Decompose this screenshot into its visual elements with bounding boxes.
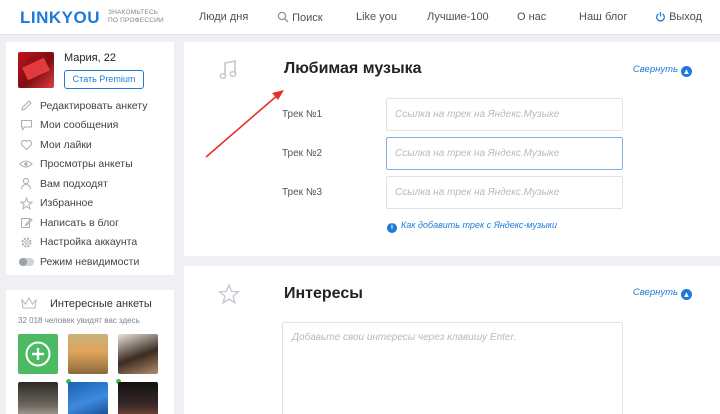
nav-about[interactable]: О нас <box>517 11 546 23</box>
menu-item-label: Написать в блог <box>40 216 119 229</box>
star-icon <box>18 196 34 210</box>
menu-item-label: Режим невидимости <box>40 255 140 268</box>
nav-logout[interactable]: Выход <box>655 11 702 23</box>
interests-input[interactable] <box>282 322 623 414</box>
nav-search-label: Поиск <box>292 12 323 24</box>
menu-item-label: Настройка аккаунта <box>40 236 138 249</box>
profile-thumbnail[interactable] <box>118 334 158 374</box>
interests-section: Интересы Свернуть ▲ <box>184 266 720 414</box>
menu-item-label: Вам подходят <box>40 177 108 190</box>
menu-item-likes[interactable]: Мои лайки <box>18 135 147 155</box>
profile-thumbnail[interactable] <box>18 382 58 414</box>
track-2-input[interactable] <box>386 137 623 170</box>
info-icon: i <box>387 223 397 233</box>
track-1-label: Трек №1 <box>282 109 323 120</box>
top-navigation-bar: LINKYOU ЗНАКОМЬТЕСЬ ПО ПРОФЕССИИ Люди дн… <box>0 0 720 35</box>
plus-icon <box>25 341 51 367</box>
interesting-profiles-subtitle: 32 018 человек увидят вас здесь <box>18 316 140 325</box>
crown-icon <box>20 296 38 313</box>
nav-logout-label: Выход <box>669 11 702 23</box>
nav-blog[interactable]: Наш блог <box>579 11 627 23</box>
eye-icon <box>18 157 34 171</box>
menu-item-matches[interactable]: Вам подходят <box>18 174 147 194</box>
interesting-profiles-title: Интересные анкеты <box>50 298 152 310</box>
user-icon <box>18 177 34 191</box>
site-logo[interactable]: LINKYOU <box>20 8 100 28</box>
search-icon <box>277 11 289 23</box>
interests-collapse-link[interactable]: Свернуть ▲ <box>633 287 692 300</box>
menu-item-label: Избранное <box>40 197 94 210</box>
menu-item-label: Мои сообщения <box>40 119 119 132</box>
interests-section-title: Интересы <box>284 285 363 302</box>
music-collapse-link[interactable]: Свернуть ▲ <box>633 64 692 77</box>
menu-item-label: Просмотры анкеты <box>40 158 133 171</box>
nav-people-of-day[interactable]: Люди дня <box>199 11 248 23</box>
menu-item-label: Редактировать анкету <box>40 99 148 112</box>
menu-item-favorites[interactable]: Избранное <box>18 194 147 214</box>
power-icon <box>656 11 665 22</box>
site-tagline: ЗНАКОМЬТЕСЬ ПО ПРОФЕССИИ <box>108 9 164 24</box>
profile-thumbnail[interactable] <box>68 334 108 374</box>
heart-icon <box>18 138 34 152</box>
music-section-title: Любимая музыка <box>284 60 422 77</box>
track-1-input[interactable] <box>386 98 623 131</box>
gear-icon <box>18 235 34 249</box>
chevron-up-icon: ▲ <box>681 289 692 300</box>
star-icon <box>217 283 241 308</box>
track-3-label: Трек №3 <box>282 187 323 198</box>
menu-item-account-settings[interactable]: Настройка аккаунта <box>18 233 147 253</box>
nav-best-100[interactable]: Лучшие-100 <box>427 11 489 23</box>
how-to-add-track-link[interactable]: i Как добавить трек с Яндекс-музыки <box>387 220 557 233</box>
favorite-music-section: Любимая музыка Свернуть▲ Трек №1 Трек №2… <box>184 42 720 256</box>
add-profile-button[interactable] <box>18 334 58 374</box>
track-2-label: Трек №2 <box>282 148 323 159</box>
interesting-profiles-card: Интересные анкеты 32 018 человек увидят … <box>6 290 174 414</box>
menu-item-invisible-mode[interactable]: Режим невидимости <box>18 252 147 272</box>
menu-item-profile-views[interactable]: Просмотры анкеты <box>18 155 147 175</box>
pencil-icon <box>18 99 34 113</box>
track-3-input[interactable] <box>386 176 623 209</box>
menu-item-write-blog[interactable]: Написать в блог <box>18 213 147 233</box>
profile-card: Мария, 22 Стать Premium Редактировать ан… <box>6 42 174 275</box>
toggle-icon[interactable] <box>18 257 34 266</box>
become-premium-button[interactable]: Стать Premium <box>64 70 144 89</box>
nav-search[interactable]: Поиск <box>277 11 323 24</box>
music-note-icon <box>218 59 238 84</box>
menu-item-label: Мои лайки <box>40 138 92 151</box>
profile-menu: Редактировать анкету Мои сообщения Мои л… <box>18 96 147 272</box>
message-icon <box>18 118 34 132</box>
profile-thumbnail[interactable] <box>118 382 158 414</box>
chevron-up-icon: ▲ <box>681 66 692 77</box>
user-name: Мария, 22 <box>64 52 116 64</box>
profile-thumbnail[interactable] <box>68 382 108 414</box>
avatar[interactable] <box>18 52 54 88</box>
menu-item-messages[interactable]: Мои сообщения <box>18 116 147 136</box>
menu-item-edit-profile[interactable]: Редактировать анкету <box>18 96 147 116</box>
edit-icon <box>18 216 34 230</box>
nav-like-you[interactable]: Like you <box>356 11 397 23</box>
